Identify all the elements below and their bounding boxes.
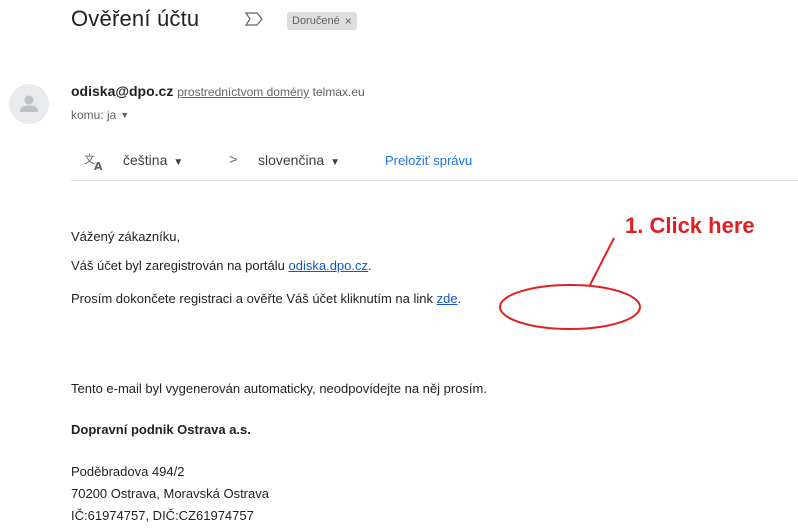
important-marker-icon[interactable] <box>245 12 263 26</box>
email-subject: Ověření účtu <box>71 6 200 31</box>
company-ids: IČ:61974757, DIČ:CZ61974757 <box>71 508 254 523</box>
dropdown-caret-icon: ▼ <box>330 157 341 168</box>
language-separator: > <box>229 151 238 167</box>
greeting: Vážený zákazníku, <box>71 229 181 244</box>
recipient-label: komu: ja <box>71 108 117 122</box>
source-language-select[interactable]: čeština ▼ <box>123 152 183 168</box>
annotation-label: 1. Click here <box>625 213 755 238</box>
registration-text: Váš účet byl zaregistrován na portálu <box>71 258 289 273</box>
svg-text:A: A <box>94 160 103 172</box>
translate-bar: 文 A čeština ▼ > slovenčina ▼ Preložiť sprá… <box>71 144 798 181</box>
annotation-circle <box>499 284 641 330</box>
registration-period: . <box>368 258 372 273</box>
avatar <box>9 84 49 124</box>
via-domain: telmax.eu <box>312 85 365 99</box>
verify-link[interactable]: zde <box>437 291 458 306</box>
verify-text: Prosím dokončete registraci a ověřte Váš… <box>71 291 437 306</box>
sender-email[interactable]: odiska@dpo.cz <box>71 83 173 99</box>
verify-line: Prosím dokončete registraci a ověřte Váš… <box>71 291 461 306</box>
sender-line: odiska@dpo.cz prostredníctvom domény tel… <box>71 83 365 99</box>
label-remove-button[interactable]: × <box>345 14 352 28</box>
annotation-pointer-line <box>589 237 615 286</box>
dropdown-caret-icon: ▼ <box>120 110 130 120</box>
recipient-details-toggle[interactable]: komu: ja ▼ <box>71 108 129 122</box>
translate-icon: 文 A <box>84 152 103 172</box>
source-language-label: čeština <box>123 152 168 168</box>
portal-link[interactable]: odiska.dpo.cz <box>289 258 369 273</box>
dropdown-caret-icon: ▼ <box>173 157 184 168</box>
avatar-person-icon <box>20 95 38 112</box>
via-domain-link[interactable]: prostredníctvom domény <box>177 85 309 99</box>
auto-generated-notice: Tento e-mail byl vygenerován automaticky… <box>71 381 487 396</box>
target-language-select[interactable]: slovenčina ▼ <box>258 152 340 168</box>
verify-period: . <box>457 291 462 306</box>
address-line-1: Poděbradova 494/2 <box>71 464 185 479</box>
translate-message-button[interactable]: Preložiť správu <box>385 153 472 168</box>
target-language-label: slovenčina <box>258 152 325 168</box>
inbox-label-chip[interactable]: Doručené × <box>287 12 357 30</box>
address-line-2: 70200 Ostrava, Moravská Ostrava <box>71 486 269 501</box>
company-name: Dopravní podnik Ostrava a.s. <box>71 422 251 437</box>
label-chip-text: Doručené <box>292 15 340 27</box>
registration-line: Váš účet byl zaregistrován na portálu od… <box>71 258 372 273</box>
